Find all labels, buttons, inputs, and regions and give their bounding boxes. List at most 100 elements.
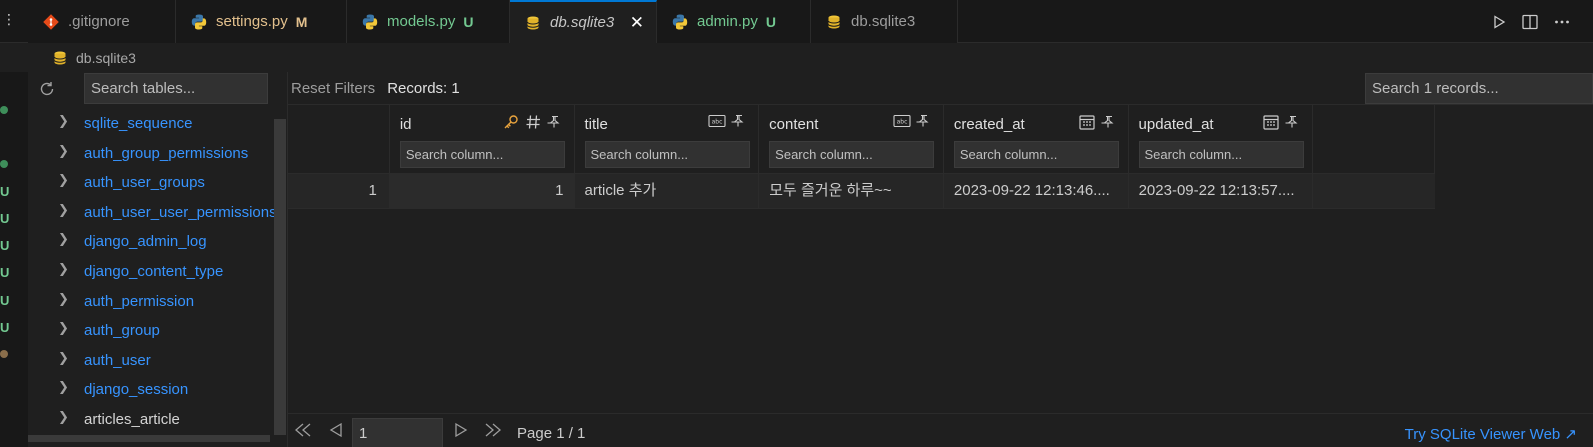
- table-name: auth_user_user_permissions: [84, 203, 274, 221]
- column-filter-input[interactable]: [584, 141, 750, 168]
- tab-db-sqlite3-active[interactable]: db.sqlite3 ✕: [510, 0, 657, 43]
- table-item-auth-group-permissions[interactable]: ❯ auth_group_permissions: [28, 139, 274, 169]
- calendar-icon: [1263, 115, 1279, 130]
- last-page-icon: [485, 423, 501, 437]
- more-actions-icon[interactable]: [1553, 13, 1571, 31]
- status-dot: [0, 160, 8, 168]
- tab-db-sqlite3[interactable]: db.sqlite3: [811, 0, 958, 43]
- tab-bar: ⋮ .gitignore settings.py M models.py U d…: [0, 0, 1593, 43]
- modified-badge: M: [295, 13, 308, 30]
- table-name: auth_group: [84, 322, 160, 340]
- table-item-auth-permission[interactable]: ❯ auth_permission: [28, 287, 274, 317]
- chevron-right-icon: ❯: [58, 201, 69, 217]
- records-count: Records: 1: [387, 79, 460, 97]
- tab-label: .gitignore: [68, 13, 130, 30]
- chevron-right-icon: ❯: [58, 172, 69, 188]
- python-icon: [361, 13, 379, 31]
- column-header-id[interactable]: id: [390, 105, 575, 173]
- table-item-auth-user-groups[interactable]: ❯ auth_user_groups: [28, 168, 274, 198]
- last-page-button[interactable]: [484, 422, 502, 438]
- table-item-articles-article[interactable]: ❯ articles_article: [28, 405, 274, 435]
- tab-models-py[interactable]: models.py U: [347, 0, 510, 43]
- previous-page-icon: [329, 422, 342, 438]
- reset-filters-button[interactable]: Reset Filters: [291, 80, 375, 97]
- python-icon: [671, 13, 689, 31]
- search-records-input[interactable]: [1365, 73, 1593, 104]
- pin-icon[interactable]: [1284, 114, 1300, 130]
- untracked-badge: U: [0, 211, 10, 226]
- text-type-icon: abc: [708, 114, 726, 128]
- column-filter-input[interactable]: [1138, 141, 1304, 168]
- table-name: auth_user: [84, 351, 151, 369]
- pin-icon[interactable]: [915, 113, 931, 129]
- table-item-django-content-type[interactable]: ❯ django_content_type: [28, 257, 274, 287]
- overflow-icon[interactable]: ⋮: [0, 0, 28, 43]
- previous-page-button[interactable]: [328, 422, 344, 438]
- table-item-auth-group[interactable]: ❯ auth_group: [28, 316, 274, 346]
- column-icons: [502, 113, 562, 131]
- column-name: updated_at: [1138, 116, 1214, 133]
- page-number-input[interactable]: [352, 418, 443, 447]
- git-icon: [42, 13, 60, 31]
- first-page-button[interactable]: [294, 422, 312, 438]
- untracked-badge: U: [0, 238, 10, 253]
- table-item-django-session[interactable]: ❯ django_session: [28, 375, 274, 405]
- chevron-right-icon: ❯: [58, 349, 69, 365]
- refresh-button[interactable]: [32, 74, 62, 104]
- table-name: auth_user_groups: [84, 174, 205, 192]
- records-grid: Reset Filters Records: 1 id title: [288, 72, 1593, 447]
- column-header-created-at[interactable]: created_at: [944, 105, 1129, 173]
- text-type-icon: abc: [893, 114, 911, 128]
- tab-gitignore[interactable]: .gitignore: [28, 0, 176, 43]
- table-row[interactable]: 1 1 article 추가 모두 즐거운 하루~~ 2023-09-22 12…: [288, 174, 1435, 209]
- split-editor-icon[interactable]: [1521, 13, 1539, 31]
- breadcrumb: db.sqlite3: [0, 43, 1593, 72]
- records-table: id title abc: [288, 105, 1435, 209]
- column-filter-input[interactable]: [399, 141, 565, 168]
- column-icons: [1078, 113, 1116, 131]
- untracked-badge: U: [0, 265, 10, 280]
- vertical-scrollbar[interactable]: [274, 119, 286, 435]
- pin-icon[interactable]: [1100, 114, 1116, 130]
- chevron-right-icon: ❯: [58, 320, 69, 336]
- hash-icon: [526, 115, 540, 129]
- column-filter-input[interactable]: [769, 141, 935, 168]
- close-icon[interactable]: ✕: [630, 13, 644, 33]
- cell-title[interactable]: article 추가: [575, 174, 760, 208]
- try-sqlite-viewer-web-link[interactable]: Try SQLite Viewer Web ↗: [1405, 425, 1577, 443]
- cell-created-at[interactable]: 2023-09-22 12:13:46....: [944, 174, 1129, 208]
- search-tables-input[interactable]: [84, 73, 268, 104]
- horizontal-scrollbar[interactable]: [28, 435, 270, 442]
- tab-admin-py[interactable]: admin.py U: [657, 0, 811, 43]
- status-dot: [0, 350, 8, 358]
- untracked-badge: U: [765, 13, 776, 30]
- status-dot: [0, 106, 8, 114]
- breadcrumb-file[interactable]: db.sqlite3: [76, 50, 136, 66]
- cell-id[interactable]: 1: [389, 174, 575, 208]
- untracked-badge: U: [0, 184, 10, 199]
- python-icon: [190, 13, 208, 31]
- tab-settings-py[interactable]: settings.py M: [176, 0, 347, 43]
- table-item-auth-user[interactable]: ❯ auth_user: [28, 346, 274, 376]
- column-filter-input[interactable]: [953, 141, 1119, 168]
- tables-panel: ❯ sqlite_sequence ❯ auth_group_permissions…: [28, 72, 288, 447]
- svg-text:abc: abc: [896, 119, 907, 126]
- run-icon[interactable]: [1491, 14, 1507, 30]
- table-item-sqlite-sequence[interactable]: ❯ sqlite_sequence: [28, 109, 274, 139]
- refresh-icon: [40, 82, 54, 96]
- pin-icon[interactable]: [546, 114, 562, 130]
- grid-toolbar: Reset Filters Records: 1: [288, 72, 1593, 105]
- column-header-updated-at[interactable]: updated_at: [1129, 105, 1314, 173]
- pin-icon[interactable]: [730, 113, 746, 129]
- column-header-content[interactable]: content abc: [759, 105, 944, 173]
- cell-updated-at[interactable]: 2023-09-22 12:13:57....: [1129, 174, 1314, 208]
- header-filler: [1313, 105, 1435, 173]
- header-row: id title abc: [288, 105, 1435, 174]
- column-icons: [1262, 113, 1300, 131]
- table-item-django-admin-log[interactable]: ❯ django_admin_log: [28, 227, 274, 257]
- column-header-title[interactable]: title abc: [575, 105, 760, 173]
- table-item-auth-user-user-permissions[interactable]: ❯ auth_user_user_permissions: [28, 198, 274, 228]
- next-page-button[interactable]: [453, 422, 469, 438]
- cell-content[interactable]: 모두 즐거운 하루~~: [759, 174, 944, 208]
- tab-label: settings.py: [216, 13, 288, 30]
